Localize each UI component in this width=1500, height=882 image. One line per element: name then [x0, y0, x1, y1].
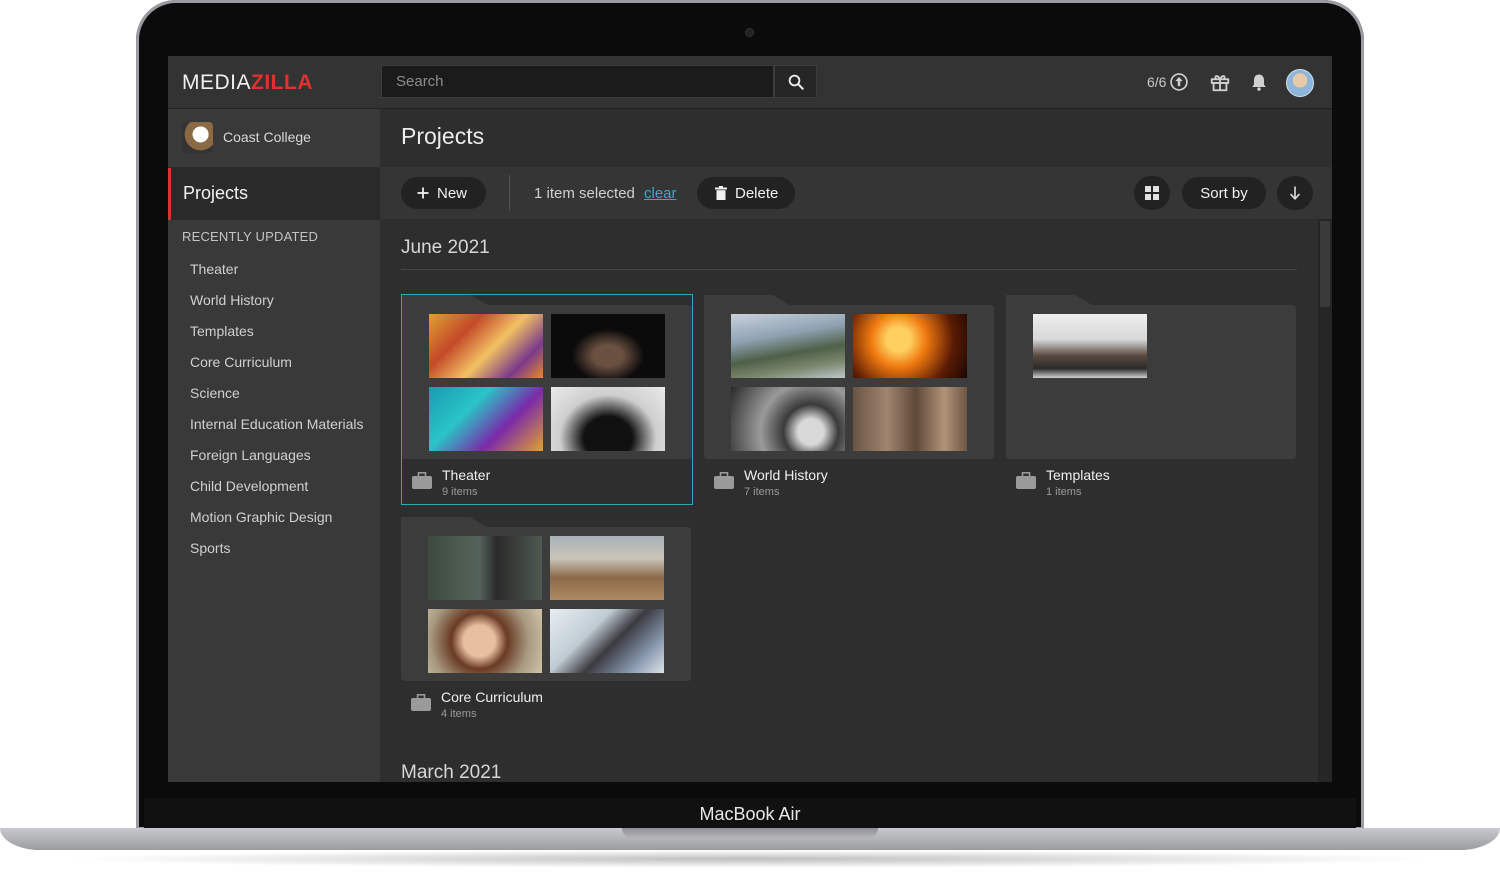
thumbnail-performers — [551, 387, 665, 451]
recent-item[interactable]: Sports — [190, 539, 364, 570]
upload-icon — [1170, 73, 1189, 91]
search-input[interactable]: Search — [381, 65, 774, 98]
section-divider — [401, 269, 1297, 270]
section-title: March 2021 — [401, 762, 502, 782]
project-item-count: 1 items — [1046, 486, 1082, 498]
project-title: Templates — [1046, 467, 1110, 483]
quota-text: 6/6 — [1147, 74, 1167, 90]
thumbnail-dancers — [429, 314, 543, 378]
thumbnail-carvings — [853, 387, 967, 451]
briefcase-icon — [714, 472, 734, 489]
project-title: World History — [744, 467, 828, 483]
org-name: Coast College — [223, 129, 311, 145]
sort-by-label: Sort by — [1200, 184, 1248, 202]
briefcase-icon — [412, 472, 432, 489]
page-title: Projects — [401, 123, 485, 149]
project-card-core-curriculum[interactable]: Core Curriculum 4 items — [401, 517, 693, 728]
recent-item[interactable]: Child Development — [190, 477, 364, 508]
folder-thumbnails — [1006, 305, 1296, 459]
search-icon — [788, 74, 804, 90]
camera-icon — [746, 29, 753, 36]
project-item-count: 7 items — [744, 486, 780, 498]
project-card-theater[interactable]: Theater 9 items — [401, 294, 693, 505]
clear-selection-link[interactable]: clear — [644, 185, 677, 202]
new-button[interactable]: New — [401, 177, 486, 209]
logo-text-zilla: ZILLA — [251, 71, 313, 94]
folder-tab — [401, 517, 487, 527]
upload-quota[interactable]: 6/6 — [1147, 72, 1189, 92]
scrollbar-thumb[interactable] — [1320, 221, 1330, 307]
recent-item[interactable]: Templates — [190, 322, 364, 353]
section-title: June 2021 — [401, 237, 490, 258]
screen: MEDIAZILLA Search 6/6 Coast College Proj… — [168, 56, 1332, 782]
thumbnail-classroom — [1033, 314, 1147, 378]
briefcase-icon — [411, 694, 431, 711]
delete-button[interactable]: Delete — [697, 177, 795, 209]
sort-by-button[interactable]: Sort by — [1182, 177, 1266, 209]
selection-count: 1 item selected — [534, 185, 635, 202]
recent-item[interactable]: World History — [190, 291, 364, 322]
project-title: Theater — [442, 467, 491, 483]
new-button-label: New — [437, 184, 468, 202]
toolbar: New 1 item selected clear Delete Sort by — [380, 167, 1332, 219]
thumbnail-speaker — [428, 609, 542, 673]
app-logo[interactable]: MEDIAZILLA — [182, 71, 313, 95]
recent-item[interactable]: Science — [190, 384, 364, 415]
recent-item[interactable]: Core Curriculum — [190, 353, 364, 384]
search-button[interactable] — [774, 65, 817, 98]
thumbnail-study-group — [550, 609, 664, 673]
logo-text-media: MEDIA — [182, 71, 252, 94]
thumbnail-fire — [853, 314, 967, 378]
thumbnail-lecture-hall — [550, 536, 664, 600]
plus-icon — [417, 187, 429, 199]
gift-icon[interactable] — [1209, 71, 1231, 93]
org-switcher[interactable]: Coast College — [168, 109, 380, 168]
recent-item[interactable]: Internal Education Materials — [190, 415, 364, 446]
thumbnail-lecturer — [428, 536, 542, 600]
thumbnail-monument — [731, 387, 845, 451]
trash-icon — [715, 186, 727, 200]
recent-projects-list: Theater World History Templates Core Cur… — [190, 260, 364, 570]
folder-tab — [402, 295, 488, 305]
folder-tab — [704, 295, 790, 305]
toolbar-divider — [509, 175, 510, 211]
grid-icon — [1145, 186, 1159, 200]
folder-tab — [1006, 295, 1092, 305]
folder-thumbnails — [402, 305, 692, 459]
recent-item[interactable]: Theater — [190, 260, 364, 291]
main-area: Projects New 1 item selected clear Delet… — [380, 109, 1332, 782]
grid-view-button[interactable] — [1134, 176, 1170, 210]
sidebar: Coast College Projects RECENTLY UPDATED … — [168, 109, 380, 782]
nav-item-projects[interactable]: Projects — [168, 168, 380, 220]
folder-thumbnails — [704, 305, 994, 459]
project-item-count: 9 items — [442, 486, 478, 498]
laptop-shadow — [60, 850, 1440, 868]
briefcase-icon — [1016, 472, 1036, 489]
arrow-down-icon — [1289, 186, 1301, 200]
top-bar: MEDIAZILLA Search 6/6 — [168, 56, 1332, 109]
laptop-notch — [622, 828, 878, 838]
thumbnail-stage — [551, 314, 665, 378]
recently-updated-heading: RECENTLY UPDATED — [182, 229, 319, 244]
folder-thumbnails — [401, 527, 691, 681]
thumbnail-masks — [429, 387, 543, 451]
project-card-templates[interactable]: Templates 1 items — [1006, 295, 1298, 506]
org-logo — [182, 122, 213, 153]
project-card-world-history[interactable]: World History 7 items — [704, 295, 996, 506]
device-label: MacBook Air — [699, 804, 801, 824]
project-item-count: 4 items — [441, 708, 477, 720]
bell-icon[interactable] — [1249, 71, 1269, 93]
sort-direction-button[interactable] — [1277, 176, 1313, 210]
project-title: Core Curriculum — [441, 689, 543, 705]
thumbnail-mountains — [731, 314, 845, 378]
recent-item[interactable]: Foreign Languages — [190, 446, 364, 477]
nav-item-label: Projects — [183, 183, 249, 203]
delete-button-label: Delete — [735, 184, 779, 202]
recent-item[interactable]: Motion Graphic Design — [190, 508, 364, 539]
project-content: June 2021 Theater 9 items World History … — [380, 219, 1318, 782]
user-avatar[interactable] — [1286, 69, 1314, 97]
